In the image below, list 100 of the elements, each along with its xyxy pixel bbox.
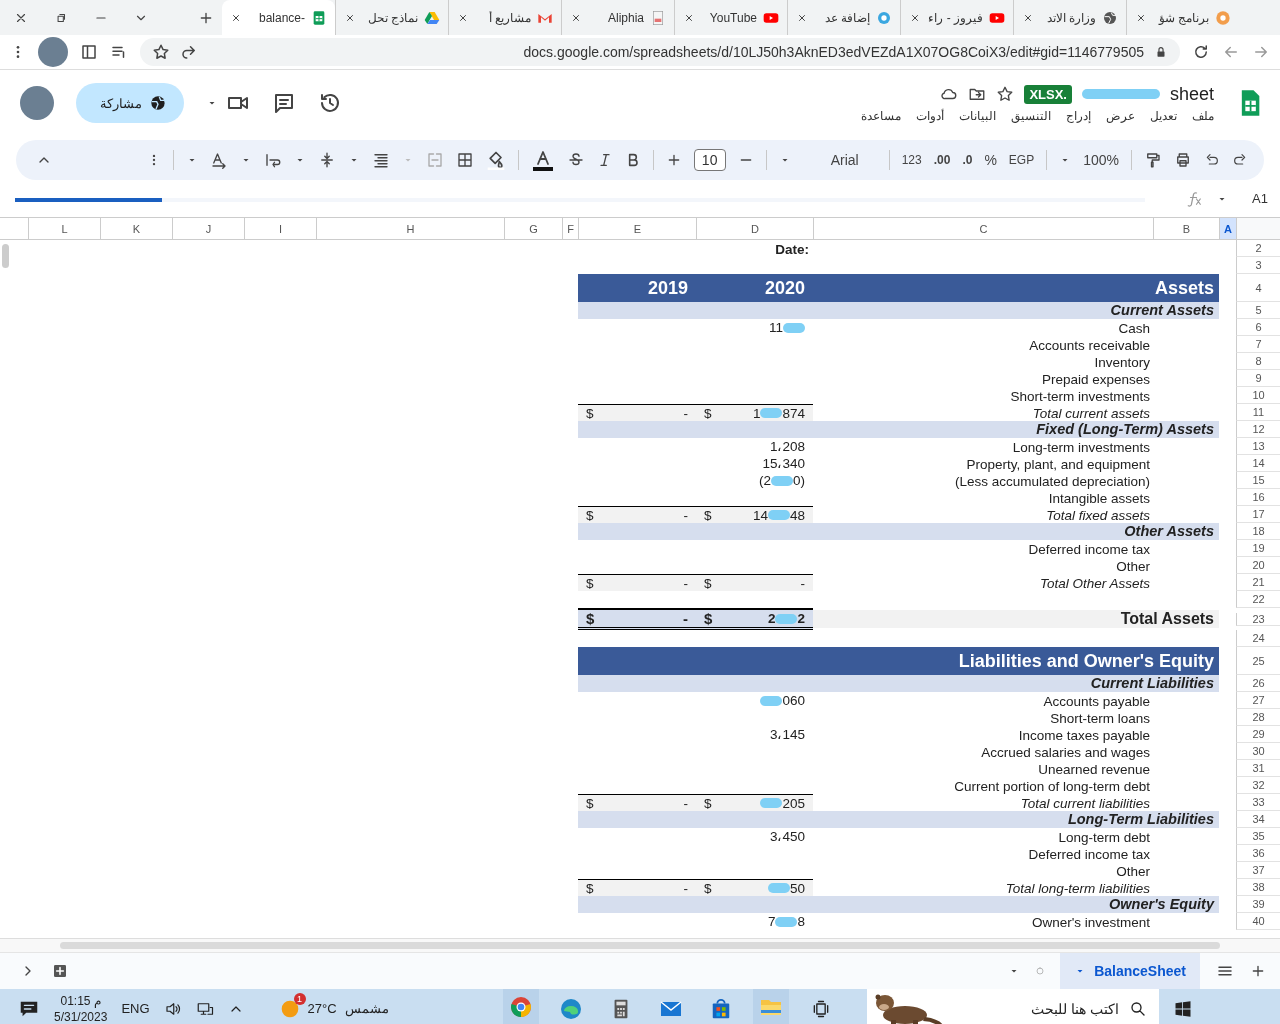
column-header[interactable]: J [172,218,244,239]
row-number[interactable]: 37 [1236,862,1280,879]
column-header[interactable]: G [504,218,562,239]
print-icon[interactable] [1174,151,1192,169]
star-icon[interactable] [996,85,1015,103]
menu-item[interactable]: تعديل [1150,108,1177,123]
row-number[interactable]: 21 [1236,574,1280,591]
row-number[interactable]: 3 [1236,257,1280,274]
column-header[interactable]: I [244,218,316,239]
avatar[interactable] [38,37,68,67]
menu-item[interactable]: التنسيق [1011,108,1051,123]
sidebar-icon[interactable] [80,43,98,61]
scrollbar-thumb[interactable] [60,942,1220,949]
font-size-field[interactable]: 10 [693,149,726,171]
font-dropdown[interactable]: Arial [830,152,859,168]
text-color-icon[interactable] [530,148,555,172]
column-header[interactable]: F [562,218,578,239]
menu-item[interactable]: عرض [1106,108,1135,123]
taskbar-app[interactable] [752,989,789,1024]
decrease-decimals-button[interactable]: .0 [962,153,973,167]
row-number[interactable]: 28 [1236,709,1280,726]
column-header[interactable]: A [1219,218,1236,239]
row-number[interactable]: 19 [1236,540,1280,557]
row-number[interactable]: 6 [1236,319,1280,336]
browser-tab[interactable]: balance- [222,0,335,35]
row-number[interactable]: 25 [1236,647,1280,675]
menu-item[interactable]: ملف [1192,108,1214,123]
row-number[interactable]: 27 [1236,692,1280,709]
comment-icon[interactable] [272,91,296,115]
row-number[interactable]: 16 [1236,489,1280,506]
row-number[interactable]: 30 [1236,743,1280,760]
fill-color-icon[interactable] [485,150,506,170]
menu-item[interactable]: البيانات [959,108,996,123]
percent-button[interactable]: % [984,152,997,168]
merge-cells-icon[interactable] [425,151,444,169]
row-number[interactable]: 17 [1236,506,1280,523]
sheet-tab[interactable]: BalanceSheet [1060,953,1200,989]
add-sheet-icon[interactable] [52,963,68,979]
row-number[interactable]: 2 [1236,240,1280,257]
paint-format-icon[interactable] [1144,151,1162,169]
row-number[interactable]: 13 [1236,438,1280,455]
column-header[interactable]: D [696,218,813,239]
row-number[interactable]: 39 [1236,896,1280,913]
row-number[interactable]: 40 [1236,913,1280,930]
history-icon[interactable] [318,91,342,115]
column-header[interactable]: L [28,218,100,239]
row-number[interactable]: 10 [1236,387,1280,404]
zoom-dropdown[interactable]: 100% [1083,152,1119,168]
row-number[interactable]: 9 [1236,370,1280,387]
language-indicator[interactable]: ENG [121,1001,150,1016]
share-button[interactable]: مشاركة [76,83,184,123]
row-number[interactable]: 22 [1236,591,1280,608]
row-number[interactable]: 7 [1236,336,1280,353]
plus-icon[interactable] [1250,963,1266,979]
row-number[interactable]: 8 [1236,353,1280,370]
row-number[interactable]: 26 [1236,675,1280,692]
function-icon[interactable] [1186,189,1204,208]
horizontal-align-icon[interactable] [371,151,390,169]
taskbar-app[interactable] [502,989,539,1024]
menu-item[interactable]: أدوات [916,108,944,123]
column-header[interactable]: C [813,218,1153,239]
row-number[interactable]: 5 [1236,302,1280,319]
star-icon[interactable] [152,43,170,61]
row-number[interactable]: 31 [1236,760,1280,777]
number-format-button[interactable]: 123 [901,153,922,167]
share-icon[interactable] [180,43,198,61]
row-number[interactable]: 14 [1236,455,1280,472]
row-number[interactable]: 38 [1236,879,1280,896]
borders-icon[interactable] [455,151,474,169]
column-header[interactable]: H [316,218,504,239]
column-header[interactable]: E [578,218,696,239]
document-title[interactable]: sheet [1169,83,1214,105]
column-header[interactable]: K [100,218,172,239]
row-number[interactable]: 11 [1236,404,1280,421]
redo-icon[interactable] [1232,152,1248,168]
menu-item[interactable]: مساعدة [861,108,901,123]
row-number[interactable]: 20 [1236,557,1280,574]
avatar[interactable] [20,86,54,120]
row-number[interactable]: 34 [1236,811,1280,828]
currency-button[interactable]: EGP [1008,153,1035,167]
address-bar[interactable]: docs.google.com/spreadsheets/d/10LJ50h3AknED3edVEZdA1X07OG8CoiX3/edit#gid=1146779505 [140,38,1180,66]
reload-icon[interactable] [1192,43,1210,61]
name-box[interactable]: A1 [1240,191,1280,206]
row-number[interactable]: 24 [1236,630,1280,647]
row-number[interactable]: 32 [1236,777,1280,794]
row-number[interactable]: 23 [1236,612,1280,626]
row-number[interactable]: 36 [1236,845,1280,862]
menu-item[interactable]: إدراج [1066,108,1091,123]
row-number[interactable]: 4 [1236,274,1280,302]
row-number[interactable]: 33 [1236,794,1280,811]
text-wrap-icon[interactable] [263,151,282,169]
row-number[interactable]: 15 [1236,472,1280,489]
increase-decimals-button[interactable]: .00 [933,153,951,167]
row-number[interactable]: 12 [1236,421,1280,438]
scrollbar-thumb[interactable] [2,244,9,268]
row-number[interactable]: 35 [1236,828,1280,845]
undo-icon[interactable] [1204,152,1220,168]
row-number[interactable]: 18 [1236,523,1280,540]
row-number[interactable]: 29 [1236,726,1280,743]
text-rotation-icon[interactable] [209,151,228,169]
